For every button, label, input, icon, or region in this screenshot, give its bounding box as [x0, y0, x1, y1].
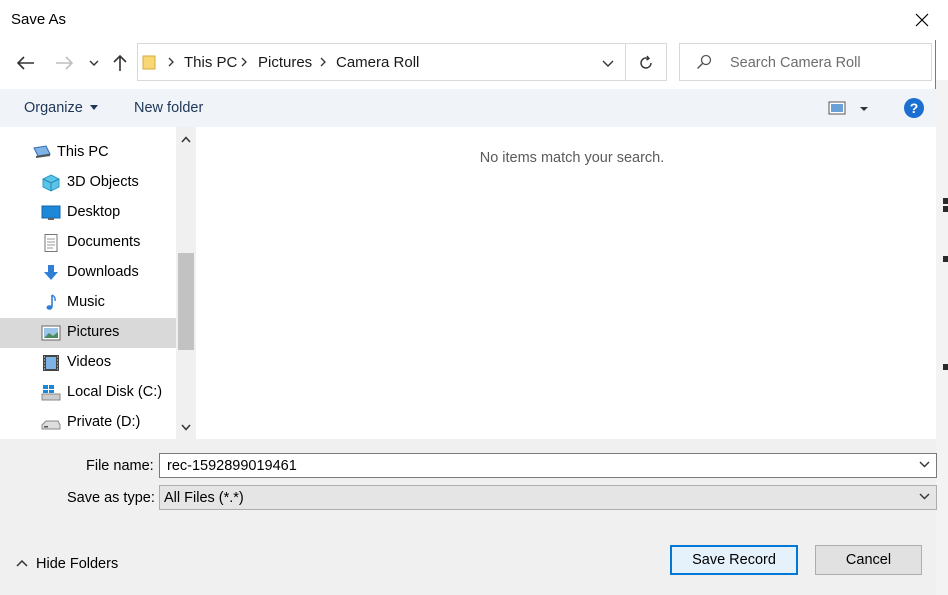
videos-icon [43, 355, 59, 371]
save-options-panel: File name: rec-1592899019461 Save as typ… [0, 439, 937, 595]
navigation-bar: This PC Pictures Camera Roll Search Came… [0, 40, 936, 86]
sidebar-item-local-disk-c[interactable]: Local Disk (C:) [0, 378, 176, 408]
navigation-pane: This PC 3D Objects Desktop Documents Dow… [0, 127, 196, 439]
sidebar-item-this-pc[interactable]: This PC [0, 138, 176, 168]
chevron-down-icon [89, 60, 99, 66]
address-bar[interactable]: This PC Pictures Camera Roll [137, 43, 667, 81]
refresh-button[interactable] [634, 51, 658, 75]
sidebar-item-label: Videos [67, 354, 112, 370]
drive-icon [41, 420, 61, 430]
search-icon [697, 54, 712, 69]
close-icon [915, 13, 929, 27]
folder-icon [142, 55, 156, 70]
sidebar-item-label: Pictures [67, 324, 120, 340]
dialog-title: Save As [11, 11, 67, 28]
save-type-value: All Files (*.*) [164, 490, 244, 506]
chevron-down-icon[interactable] [919, 461, 930, 468]
sidebar-item-private-d[interactable]: Private (D:) [0, 408, 176, 438]
sidebar-item-documents[interactable]: Documents [0, 228, 176, 258]
sidebar-item-label: Private (D:) [67, 414, 141, 430]
save-type-select[interactable]: All Files (*.*) [159, 485, 937, 510]
help-button[interactable]: ? [904, 98, 924, 118]
sidebar-item-music[interactable]: Music [0, 288, 176, 318]
view-icon [828, 101, 868, 115]
sidebar-item-videos[interactable]: Videos [0, 348, 176, 378]
local-disk-icon [41, 385, 61, 401]
chevron-up-icon [181, 135, 191, 142]
address-divider [625, 44, 626, 80]
breadcrumb-pictures[interactable]: Pictures [258, 54, 312, 71]
back-arrow-icon [17, 56, 34, 70]
refresh-icon [640, 55, 652, 69]
breadcrumb-this-pc[interactable]: This PC [184, 54, 237, 71]
change-view-button[interactable] [828, 99, 872, 119]
new-folder-button[interactable]: New folder [134, 100, 203, 116]
file-name-field[interactable]: rec-1592899019461 [159, 453, 937, 478]
scroll-up-button[interactable] [176, 129, 196, 149]
sidebar-item-label: Local Disk (C:) [67, 384, 163, 400]
file-name-label: File name: [86, 458, 154, 474]
chevron-right-icon [320, 57, 326, 67]
sidebar-item-3d-objects[interactable]: 3D Objects [0, 168, 176, 198]
cube-icon [42, 174, 60, 192]
forward-arrow-icon [56, 56, 73, 70]
sidebar-item-downloads[interactable]: Downloads [0, 258, 176, 288]
sidebar-item-label: This PC [57, 144, 109, 160]
save-button[interactable]: Save Record [670, 545, 798, 575]
downloads-icon [44, 265, 58, 280]
sidebar-item-pictures[interactable]: Pictures [0, 318, 176, 348]
caret-down-icon [90, 105, 98, 110]
background-mark [943, 206, 948, 212]
breadcrumb-camera-roll[interactable]: Camera Roll [336, 54, 419, 71]
recent-locations-button[interactable] [83, 50, 105, 76]
sidebar-item-label: Music [67, 294, 105, 310]
background-mark [943, 364, 948, 370]
chevron-down-icon [919, 493, 930, 500]
chevron-down-icon [602, 60, 614, 67]
organize-button[interactable]: Organize [24, 100, 83, 116]
sidebar-item-desktop[interactable]: Desktop [0, 198, 176, 228]
up-button[interactable] [108, 50, 132, 76]
title-bar: Save As [0, 0, 936, 40]
sidebar-item-label: Documents [67, 234, 141, 250]
save-type-label: Save as type: [67, 490, 155, 506]
back-button[interactable] [14, 50, 38, 76]
computer-icon [33, 145, 51, 158]
documents-icon [44, 234, 58, 252]
close-button[interactable] [903, 3, 941, 37]
address-dropdown-button[interactable] [596, 52, 620, 74]
music-icon [46, 294, 56, 310]
chevron-right-icon [168, 57, 174, 67]
pictures-icon [41, 325, 61, 341]
sidebar-item-label: Downloads [67, 264, 139, 280]
cancel-button[interactable]: Cancel [815, 545, 922, 575]
command-bar: Organize New folder [0, 89, 936, 127]
chevron-up-icon[interactable] [16, 559, 28, 567]
desktop-icon [41, 205, 61, 220]
forward-button[interactable] [52, 50, 76, 76]
sidebar-item-label: Desktop [67, 204, 121, 220]
save-as-dialog: Save As This PC Pictures Camera Roll Sea… [0, 0, 937, 595]
file-name-value: rec-1592899019461 [167, 458, 297, 474]
up-arrow-icon [113, 54, 127, 71]
background-mark [943, 256, 948, 262]
chevron-right-icon [241, 57, 247, 67]
scroll-down-button[interactable] [176, 417, 196, 437]
search-box[interactable]: Search Camera Roll [679, 43, 932, 81]
hide-folders-button[interactable]: Hide Folders [36, 556, 118, 572]
background-mark [943, 198, 948, 204]
scrollbar-thumb[interactable] [178, 253, 194, 350]
chevron-down-icon [181, 424, 191, 431]
search-placeholder: Search Camera Roll [730, 55, 861, 71]
sidebar-item-label: 3D Objects [67, 174, 139, 190]
file-list[interactable]: No items match your search. [200, 127, 936, 439]
empty-message: No items match your search. [479, 150, 665, 166]
